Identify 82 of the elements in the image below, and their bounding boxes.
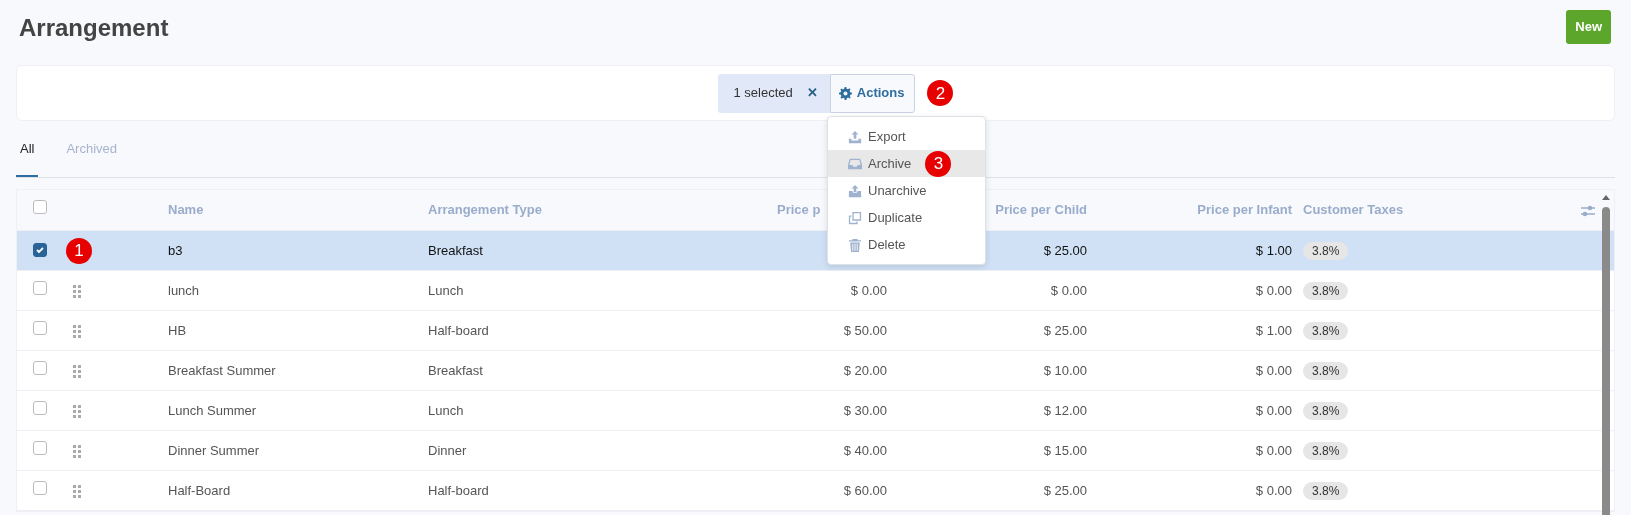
selection-count: 1 selected [733,84,793,103]
drag-handle-icon[interactable] [73,324,81,338]
row-checkbox[interactable] [33,320,47,335]
table-cell: $ 0.00 [1255,442,1292,458]
row-checkbox[interactable] [33,242,47,257]
table-cell: Lunch [428,402,464,418]
table-cell: $ 0.00 [1255,282,1292,298]
table-cell: $ 1.00 [1255,242,1292,258]
table-cell: b3 [168,242,183,258]
table-cell: $ 50.00 [843,322,887,338]
callout-marker: 2 [927,80,954,106]
column-header: Arrangement Type [428,202,542,218]
clear-selection-button[interactable]: ✕ [806,83,818,103]
trash-icon [848,237,862,252]
table-cell: lunch [168,282,200,298]
table-cell: $ 20.00 [843,362,887,378]
column-header: Customer Taxes [1303,202,1404,218]
tax-pill: 3.8% [1303,281,1349,300]
table-cell: $ 12.00 [1043,402,1087,418]
table-cell: Dinner [428,442,467,458]
table-cell: $ 0.00 [1255,402,1292,418]
row-checkbox[interactable] [33,400,47,415]
column-header: Price per Child [995,202,1087,218]
row-checkbox[interactable] [33,440,47,455]
table-cell: HB [168,322,187,338]
table-cell: Half-Board [168,482,231,498]
upload-tray-icon [848,183,862,198]
row-checkbox[interactable] [33,280,47,295]
callout-marker: 3 [925,150,952,177]
tax-pill: 3.8% [1303,361,1349,380]
table-cell: $ 25.00 [1043,482,1087,498]
table-cell: $ 1.00 [1255,322,1292,338]
menu-item[interactable]: Archive 3 [828,150,985,177]
table-cell: $ 60.00 [843,482,887,498]
callout-marker: 1 [66,237,92,264]
row-checkbox[interactable] [33,480,47,495]
table-cell: Breakfast [428,242,483,258]
table-cell: Breakfast Summer [168,362,276,378]
table-cell: $ 40.00 [843,442,887,458]
copy-icon [848,210,862,225]
table-cell: $ 30.00 [843,402,887,418]
tax-pill: 3.8% [1303,321,1349,340]
table-cell: $ 0.00 [1050,282,1087,298]
page-title: Arrangement [19,14,169,43]
table-cell: $ 25.00 [1043,322,1087,338]
column-header: Price per Infant [1197,202,1292,218]
gear-icon [838,86,852,100]
tax-pill: 3.8% [1303,481,1349,500]
inbox-icon [848,156,862,171]
menu-item[interactable]: Delete [828,231,985,258]
drag-handle-icon[interactable] [73,364,81,378]
tax-pill: 3.8% [1303,241,1349,260]
table-cell: $ 10.00 [1043,362,1087,378]
tax-pill: 3.8% [1303,441,1349,460]
drag-handle-icon[interactable] [73,444,81,458]
table-cell: $ 0.00 [1255,482,1292,498]
table-cell: Dinner Summer [168,442,260,458]
table-cell: $ 0.00 [850,282,887,298]
drag-handle-icon[interactable] [73,404,81,418]
menu-item[interactable]: Export [828,123,985,150]
menu-item[interactable]: Duplicate [828,204,985,231]
table-cell: Lunch Summer [168,402,257,418]
column-header: Price p [777,202,821,218]
menu-item[interactable]: Unarchive [828,177,985,204]
tab[interactable]: All [16,121,39,177]
drag-handle-icon[interactable] [73,484,81,498]
checkmark-icon [35,244,45,255]
filter-settings-icon[interactable] [1580,203,1596,218]
table-cell: Half-board [428,482,489,498]
row-checkbox[interactable] [33,360,47,375]
actions-button[interactable]: Actions [829,73,916,113]
table-cell: Breakfast [428,362,483,378]
table-cell: Half-board [428,322,489,338]
table-cell: $ 0.00 [1255,362,1292,378]
table-cell: $ 25.00 [1043,242,1087,258]
table-cell: $ 15.00 [1043,442,1087,458]
tax-pill: 3.8% [1303,401,1349,420]
drag-handle-icon[interactable] [73,284,81,298]
column-header: Name [168,202,204,218]
table-cell: Lunch [428,282,464,298]
select-all-checkbox[interactable] [33,200,47,215]
upload-icon [848,129,862,144]
